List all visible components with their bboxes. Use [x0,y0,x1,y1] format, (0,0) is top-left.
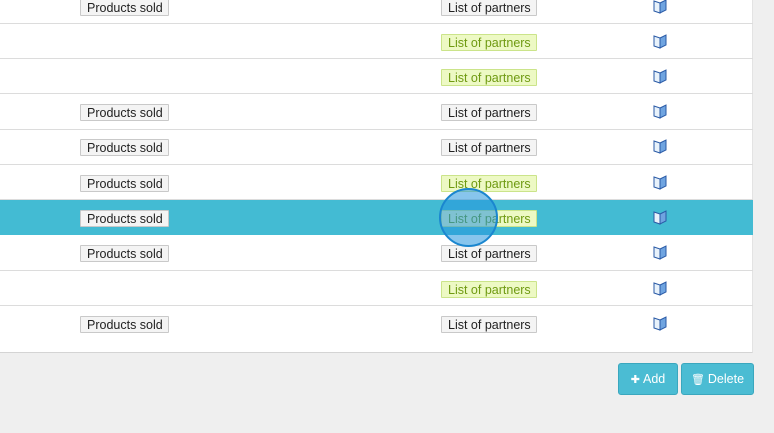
table-row[interactable]: Products sold List of partners [0,130,753,165]
trash-icon: 🗑 [690,374,705,386]
book-icon[interactable] [652,244,668,260]
list-of-partners-tag[interactable]: List of partners [441,175,537,192]
table-row[interactable]: Products sold List of partners [0,306,753,341]
list-of-partners-tag[interactable]: List of partners [441,316,537,333]
products-sold-tag[interactable]: Products sold [80,210,169,227]
list-of-partners-tag[interactable]: List of partners [441,34,537,51]
add-button[interactable]: ✚ Add [618,363,678,395]
click-indicator [439,188,498,247]
book-icon[interactable] [652,315,668,331]
book-icon[interactable] [652,0,668,14]
list-of-partners-tag[interactable]: List of partners [441,0,537,16]
list-of-partners-tag[interactable]: List of partners [441,139,537,156]
book-icon[interactable] [652,209,668,225]
list-of-partners-tag[interactable]: List of partners [441,104,537,121]
book-icon[interactable] [652,280,668,296]
delete-button[interactable]: 🗑 Delete [681,363,754,395]
table-row[interactable]: List of partners [0,59,753,94]
products-sold-tag[interactable]: Products sold [80,104,169,121]
add-button-label: Add [642,372,666,386]
delete-button-label: Delete [707,372,745,386]
products-sold-tag[interactable]: Products sold [80,316,169,333]
book-icon[interactable] [652,68,668,84]
book-icon[interactable] [652,138,668,154]
table-row[interactable]: List of partners [0,24,753,59]
products-sold-tag[interactable]: Products sold [80,139,169,156]
products-sold-tag[interactable]: Products sold [80,175,169,192]
book-icon[interactable] [652,174,668,190]
table-row[interactable]: Products sold List of partners [0,165,753,200]
table-row[interactable]: Products sold List of partners [0,0,753,24]
table-row[interactable]: Products sold List of partners [0,236,753,271]
list-of-partners-tag[interactable]: List of partners [441,245,537,262]
records-table: Products sold List of partners List of p… [0,0,753,353]
table-row[interactable]: List of partners [0,271,753,306]
book-icon[interactable] [652,103,668,119]
products-sold-tag[interactable]: Products sold [80,0,169,16]
book-icon[interactable] [652,33,668,49]
list-of-partners-tag[interactable]: List of partners [441,281,537,298]
list-of-partners-tag[interactable]: List of partners [441,69,537,86]
table-row[interactable]: Products sold List of partners [0,95,753,130]
plus-icon: ✚ [630,374,640,386]
table-row-selected[interactable]: Products sold List of partners [0,200,753,235]
products-sold-tag[interactable]: Products sold [80,245,169,262]
